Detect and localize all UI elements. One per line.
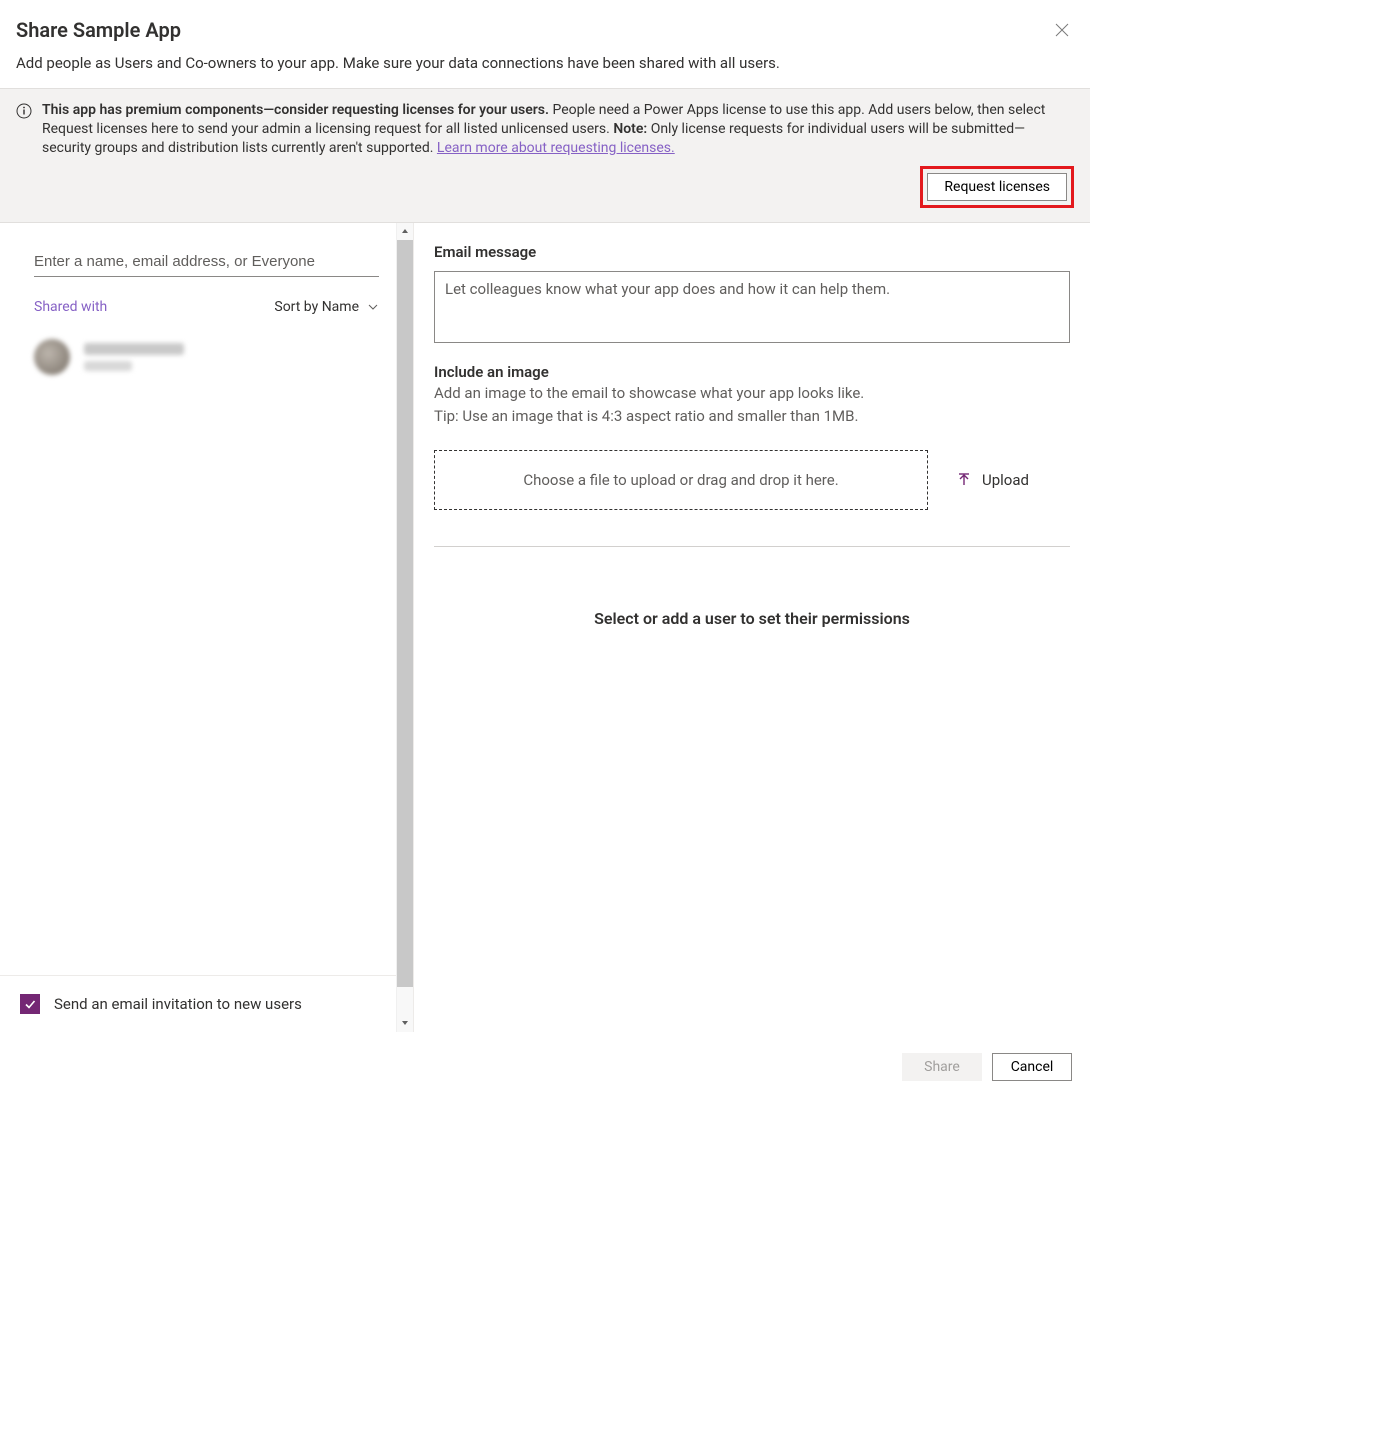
sort-by-label: Sort by Name	[274, 299, 359, 315]
file-dropzone[interactable]: Choose a file to upload or drag and drop…	[434, 450, 928, 510]
sort-by-dropdown[interactable]: Sort by Name	[274, 299, 379, 315]
close-icon	[1054, 22, 1070, 38]
dialog-footer: Share Cancel	[0, 1032, 1090, 1103]
section-divider	[434, 546, 1070, 547]
avatar	[34, 339, 70, 375]
chevron-down-icon	[367, 301, 379, 313]
banner-actions: Request licenses	[16, 166, 1074, 208]
right-column: Email message Include an image Add an im…	[414, 223, 1090, 1032]
upload-button[interactable]: Upload	[956, 471, 1029, 489]
person-role-redacted	[84, 361, 132, 371]
premium-license-banner: This app has premium components—consider…	[0, 88, 1090, 223]
banner-bold-lead: This app has premium components—consider…	[42, 102, 549, 118]
check-icon	[23, 997, 37, 1011]
upload-row: Choose a file to upload or drag and drop…	[434, 450, 1070, 510]
dialog-header: Share Sample App	[0, 0, 1090, 46]
scroll-up-button[interactable]	[397, 223, 413, 240]
shared-with-label: Shared with	[34, 299, 107, 315]
cancel-button[interactable]: Cancel	[992, 1053, 1072, 1081]
request-licenses-highlight: Request licenses	[920, 166, 1074, 208]
share-button[interactable]: Share	[902, 1053, 982, 1081]
content-area: Shared with Sort by Name	[0, 223, 1090, 1032]
left-body: Shared with Sort by Name	[0, 223, 413, 975]
shared-with-row: Shared with Sort by Name	[34, 299, 379, 315]
include-image-section: Include an image Add an image to the ema…	[434, 363, 1070, 429]
upload-button-label: Upload	[982, 471, 1029, 489]
left-column: Shared with Sort by Name	[0, 223, 414, 1032]
email-message-label: Email message	[434, 243, 1070, 261]
upload-icon	[956, 472, 972, 488]
send-invite-label: Send an email invitation to new users	[54, 995, 302, 1013]
shared-user-row[interactable]	[34, 335, 379, 379]
banner-text: This app has premium components—consider…	[16, 101, 1074, 158]
learn-more-link[interactable]: Learn more about requesting licenses.	[437, 140, 675, 156]
person-meta	[84, 343, 184, 371]
info-icon	[16, 103, 32, 119]
share-dialog: Share Sample App Add people as Users and…	[0, 0, 1090, 1103]
include-image-label: Include an image	[434, 363, 1070, 381]
dialog-title: Share Sample App	[16, 18, 181, 42]
send-invite-checkbox-row[interactable]: Send an email invitation to new users	[20, 994, 393, 1014]
send-invite-checkbox[interactable]	[20, 994, 40, 1014]
dialog-subtitle: Add people as Users and Co-owners to you…	[0, 46, 1090, 88]
scroll-down-button[interactable]	[397, 1015, 413, 1032]
share-recipient-input[interactable]	[34, 247, 379, 277]
permissions-placeholder: Select or add a user to set their permis…	[434, 609, 1070, 628]
person-name-redacted	[84, 343, 184, 355]
left-footer: Send an email invitation to new users	[0, 975, 413, 1032]
email-message-input[interactable]	[434, 271, 1070, 343]
request-licenses-button[interactable]: Request licenses	[927, 173, 1067, 201]
banner-note-label: Note:	[613, 121, 647, 137]
include-image-sub2: Tip: Use an image that is 4:3 aspect rat…	[434, 406, 1070, 428]
chevron-up-icon	[400, 226, 410, 236]
left-scrollbar[interactable]	[396, 223, 413, 1032]
scroll-thumb[interactable]	[397, 240, 413, 987]
close-button[interactable]	[1050, 18, 1074, 42]
include-image-sub1: Add an image to the email to showcase wh…	[434, 383, 1070, 405]
chevron-down-icon	[400, 1018, 410, 1028]
